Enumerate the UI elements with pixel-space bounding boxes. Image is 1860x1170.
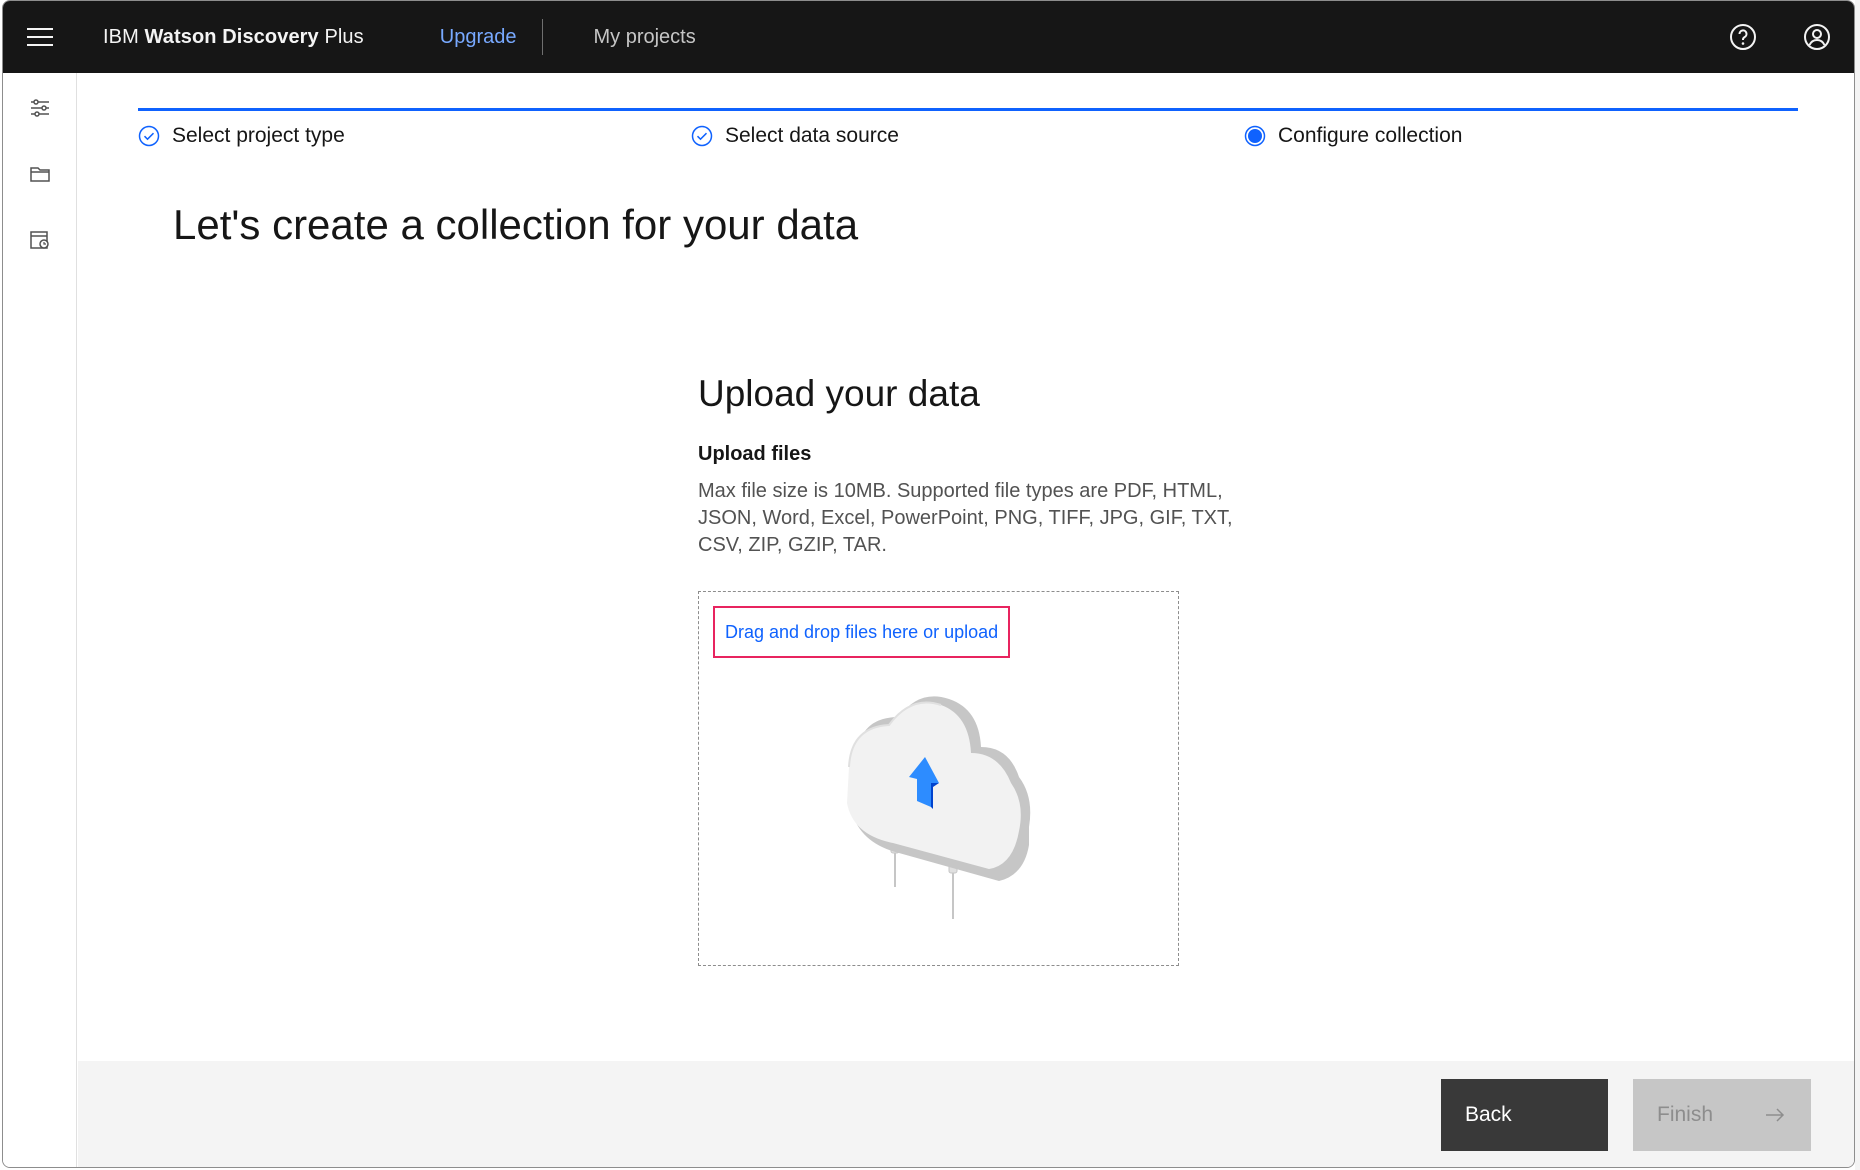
step-label: Select data source — [725, 124, 899, 147]
finish-button[interactable]: Finish — [1633, 1079, 1811, 1151]
page-title: Let's create a collection for your data — [173, 201, 859, 248]
step-select-data-source[interactable]: Select data source — [691, 124, 899, 148]
cloud-upload-illustration — [847, 696, 1031, 919]
brand-name: Watson Discovery — [144, 25, 319, 48]
file-dropzone[interactable]: Drag and drop files here or upload — [698, 591, 1179, 966]
upload-description: Max file size is 10MB. Supported file ty… — [698, 480, 1233, 556]
upload-subheading: Upload files — [698, 443, 812, 465]
step-configure-collection[interactable]: Configure collection — [1244, 124, 1462, 148]
progress-line — [138, 108, 1798, 111]
my-projects-link[interactable]: My projects — [593, 26, 695, 49]
checkmark-outline-icon — [138, 125, 160, 147]
product-name[interactable]: IBM Watson Discovery Plus — [103, 26, 364, 49]
finish-label: Finish — [1657, 1103, 1714, 1126]
step-label: Select project type — [172, 124, 345, 147]
brand-suffix: Plus — [324, 25, 364, 48]
upload-heading: Upload your data — [698, 373, 980, 414]
background-window-edge — [1855, 0, 1860, 1170]
arrow-right-icon — [1766, 1108, 1785, 1122]
side-rail — [3, 73, 77, 1167]
top-header: IBM Watson Discovery Plus Upgrade My pro… — [3, 1, 1854, 73]
user-avatar-icon[interactable] — [1780, 1, 1854, 73]
folder-icon[interactable] — [3, 149, 77, 199]
nav-divider — [542, 19, 544, 55]
settings-adjust-icon[interactable] — [3, 83, 77, 133]
brand-prefix: IBM — [103, 25, 139, 48]
step-label: Configure collection — [1278, 124, 1463, 147]
menu-icon[interactable] — [3, 1, 77, 73]
header-actions — [1706, 1, 1854, 73]
data-collection-icon[interactable] — [3, 215, 77, 265]
screen: IBM Watson Discovery Plus Upgrade My pro… — [0, 0, 1860, 1170]
back-button[interactable]: Back — [1441, 1079, 1608, 1151]
current-step-icon — [1244, 125, 1266, 147]
upload-section: Upload your data Upload files Max file s… — [698, 373, 1258, 559]
step-select-project-type[interactable]: Select project type — [138, 124, 345, 148]
progress-indicator: Select project type Select data source C… — [138, 108, 1798, 158]
app-window: IBM Watson Discovery Plus Upgrade My pro… — [2, 0, 1855, 1168]
checkmark-outline-icon — [691, 125, 713, 147]
upload-link[interactable]: Drag and drop files here or upload — [713, 606, 1011, 658]
help-icon[interactable] — [1706, 1, 1780, 73]
upgrade-link[interactable]: Upgrade — [440, 26, 517, 49]
